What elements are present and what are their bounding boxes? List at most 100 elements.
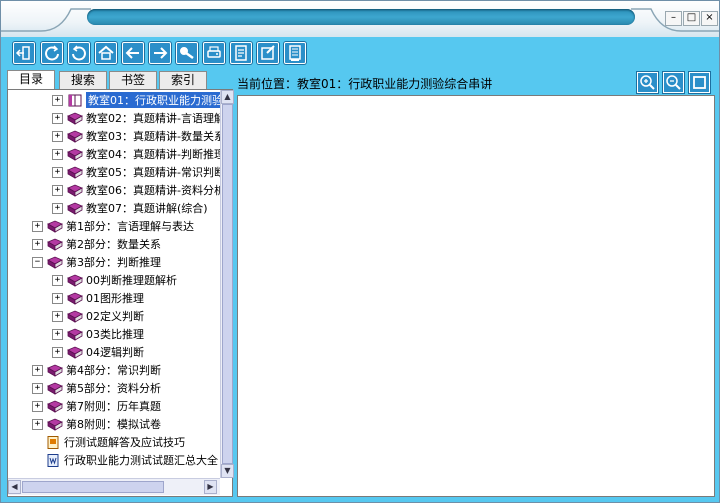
bookmark-icon[interactable]	[257, 42, 279, 64]
tree-item[interactable]: + 第4部分：常识判断	[32, 362, 161, 378]
tree-item-label: 第7附则：历年真题	[66, 400, 161, 413]
tab-bookmarks[interactable]: 书签	[109, 71, 157, 89]
html-doc-icon	[47, 435, 59, 449]
horizontal-scrollbar[interactable]: ◀ ▶	[8, 478, 220, 495]
location-label: 当前位置：	[237, 77, 298, 91]
tree-item[interactable]: +04逻辑判断	[52, 344, 144, 360]
expand-icon[interactable]: +	[32, 364, 43, 376]
tab-search[interactable]: 搜索	[59, 71, 107, 89]
tree-item-label: 行测试题解答及应试技巧	[64, 436, 185, 449]
document-icon[interactable]	[284, 42, 306, 64]
tree-item[interactable]: + 教室06：真题精讲-资料分析	[52, 182, 220, 198]
undo-icon[interactable]	[68, 42, 90, 64]
tree-item-label: 教室06：真题精讲-资料分析	[86, 184, 220, 197]
tree-item[interactable]: + 第5部分：资料分析	[32, 380, 161, 396]
book-icon	[67, 274, 83, 287]
tree-item-label: 03类比推理	[86, 328, 144, 341]
tree-item-label: 教室04：真题精讲-判断推理	[86, 148, 220, 161]
expand-icon[interactable]: +	[52, 202, 63, 214]
expand-icon[interactable]: +	[52, 310, 63, 322]
toolbar	[1, 39, 719, 67]
window-controls: – □ ×	[665, 11, 718, 26]
app-window: – □ × 目录 搜索 书签 索引 + 教室01：行政职业能力测验 + 教室02…	[0, 0, 720, 503]
title-bar: – □ ×	[1, 1, 719, 37]
tree-item[interactable]: +02定义判断	[52, 308, 144, 324]
navigation-tabs: 目录 搜索 书签 索引	[7, 70, 233, 89]
forward-arrow-icon[interactable]	[149, 42, 171, 64]
tree-item[interactable]: 行测试题解答及应试技巧	[32, 434, 185, 450]
fullscreen-icon[interactable]	[689, 72, 710, 93]
refresh-icon[interactable]	[41, 42, 63, 64]
tree-item[interactable]: + 教室07：真题讲解(综合)	[52, 200, 208, 216]
book-icon	[67, 112, 83, 125]
tree-item[interactable]: +03类比推理	[52, 326, 144, 342]
zoom-out-icon[interactable]	[663, 72, 684, 93]
scroll-thumb[interactable]	[222, 104, 233, 464]
tree-item-label: 行政职业能力测试试题汇总大全	[64, 454, 218, 467]
location-value: 教室01：行政职业能力测验综合串讲	[297, 77, 493, 91]
expand-icon[interactable]: +	[52, 148, 63, 160]
tree-item[interactable]: + 教室04：真题精讲-判断推理	[52, 146, 220, 162]
book-icon	[67, 130, 83, 143]
tree-item[interactable]: + 教室03：真题精讲-数量关系	[52, 128, 220, 144]
back-arrow-icon[interactable]	[122, 42, 144, 64]
expand-icon[interactable]: +	[52, 112, 63, 124]
book-icon	[67, 166, 83, 179]
expand-icon[interactable]: +	[52, 184, 63, 196]
tree-item[interactable]: + 第2部分：数量关系	[32, 236, 161, 252]
content-pane	[237, 95, 715, 497]
exit-icon[interactable]	[13, 42, 35, 64]
expand-icon[interactable]: +	[32, 220, 43, 232]
tree-item[interactable]: + 第1部分：言语理解与表达	[32, 218, 194, 234]
tree-item-label: 教室05：真题精讲-常识判断	[86, 166, 220, 179]
home-icon[interactable]	[95, 42, 117, 64]
tab-contents[interactable]: 目录	[7, 70, 55, 89]
expand-icon[interactable]: +	[52, 328, 63, 340]
book-icon	[47, 256, 63, 269]
tree-item[interactable]: + 第8附则：模拟试卷	[32, 416, 161, 432]
tree-item-label: 04逻辑判断	[86, 346, 144, 359]
tree-item[interactable]: + 第7附则：历年真题	[32, 398, 161, 414]
tree-item[interactable]: 行政职业能力测试试题汇总大全	[32, 452, 218, 468]
collapse-icon[interactable]: −	[32, 256, 43, 268]
search-icon[interactable]	[176, 42, 198, 64]
book-icon	[47, 382, 63, 395]
scroll-left-button[interactable]: ◀	[8, 480, 21, 494]
tab-index[interactable]: 索引	[159, 71, 207, 89]
expand-icon[interactable]: +	[32, 400, 43, 412]
expand-icon[interactable]: +	[32, 418, 43, 430]
tree-item[interactable]: + 教室01：行政职业能力测验	[52, 92, 220, 108]
tree-item-label: 第5部分：资料分析	[66, 382, 161, 395]
expand-icon[interactable]: +	[52, 274, 63, 286]
expand-icon[interactable]: +	[32, 382, 43, 394]
scroll-up-button[interactable]: ▲	[221, 90, 234, 104]
expand-icon[interactable]: +	[52, 292, 63, 304]
tree-item[interactable]: + 教室05：真题精讲-常识判断	[52, 164, 220, 180]
expand-icon[interactable]: +	[52, 346, 63, 358]
book-icon	[47, 418, 63, 431]
tree-item[interactable]: +00判断推理题解析	[52, 272, 177, 288]
tree-item[interactable]: + 教室02：真题精讲-言语理解	[52, 110, 220, 126]
book-icon	[67, 202, 83, 215]
scroll-down-button[interactable]: ▼	[221, 464, 234, 478]
tree-item-label: 第3部分：判断推理	[66, 256, 161, 269]
expand-icon[interactable]: +	[52, 130, 63, 142]
tree-item[interactable]: +01图形推理	[52, 290, 144, 306]
close-button[interactable]: ×	[701, 11, 718, 26]
expand-icon[interactable]: +	[52, 166, 63, 178]
tree-item[interactable]: − 第3部分：判断推理	[32, 254, 161, 270]
horizontal-scroll-thumb[interactable]	[22, 481, 164, 493]
book-icon	[67, 148, 83, 161]
print-icon[interactable]	[203, 42, 225, 64]
vertical-scrollbar[interactable]: ▲ ▼	[220, 90, 234, 478]
expand-icon[interactable]: +	[52, 94, 63, 106]
book-icon	[67, 292, 83, 305]
maximize-button[interactable]: □	[683, 11, 700, 26]
contents-tree: + 教室01：行政职业能力测验 + 教室02：真题精讲-言语理解 + 教室03：真题精讲-…	[8, 90, 220, 478]
notes-icon[interactable]	[230, 42, 252, 64]
minimize-button[interactable]: –	[665, 11, 682, 26]
expand-icon[interactable]: +	[32, 238, 43, 250]
scroll-right-button[interactable]: ▶	[204, 480, 217, 494]
zoom-in-icon[interactable]	[637, 72, 658, 93]
open-book-icon	[68, 94, 82, 106]
